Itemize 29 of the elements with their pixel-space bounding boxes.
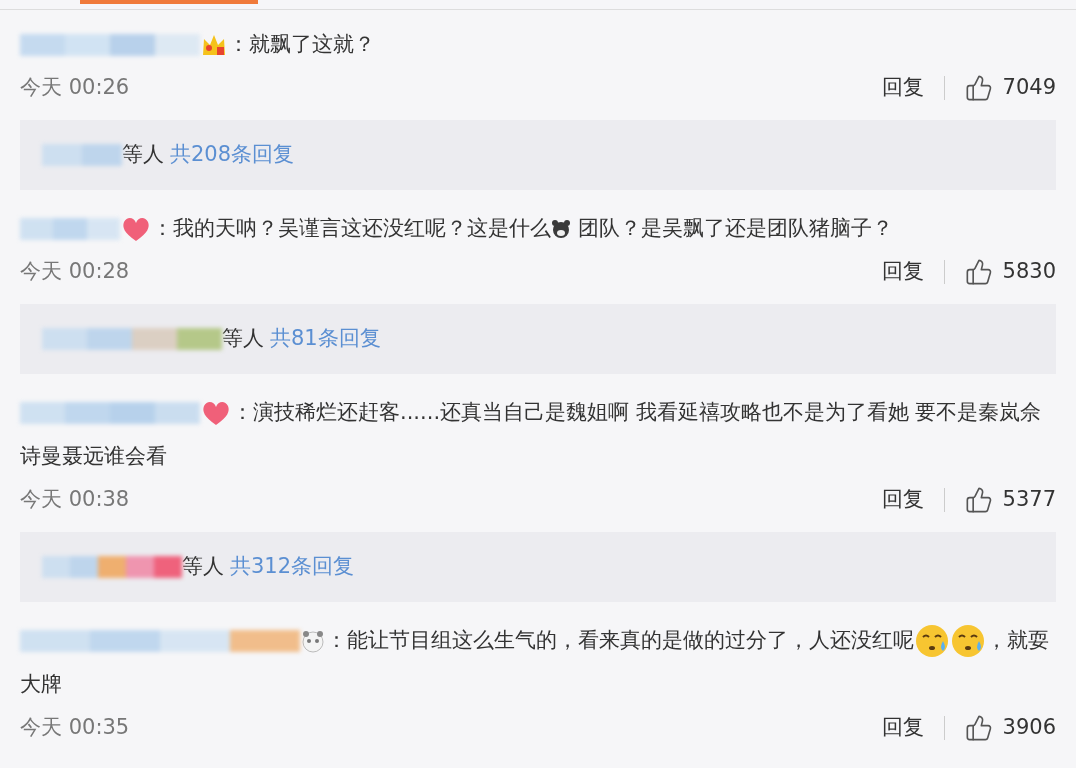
thumbs-up-icon [964, 74, 993, 102]
comment-time: 今天 00:35 [20, 714, 130, 742]
like-button[interactable]: 5830 [964, 256, 1056, 288]
reply-button[interactable]: 回复 [881, 712, 924, 744]
heart-icon [200, 399, 232, 427]
sweat-emoji-icon [950, 623, 986, 659]
comment-text: ：能让节目组这么生气的，看来真的是做的过分了，人还没红呢 ，就耍大牌 [20, 606, 1056, 706]
comment-time: 今天 00:38 [20, 486, 130, 514]
like-button[interactable]: 3906 [964, 712, 1056, 744]
comment-time: 今天 00:28 [20, 258, 130, 286]
like-button[interactable]: 5377 [964, 484, 1056, 516]
like-button[interactable]: 7049 [964, 72, 1056, 104]
reply-users-label: 等人 [182, 553, 224, 581]
bear-emoji-icon [551, 219, 571, 239]
heart-icon [120, 215, 152, 243]
thumbs-up-icon [964, 486, 993, 514]
thumbs-up-icon [964, 714, 993, 742]
reply-button[interactable]: 回复 [881, 72, 924, 104]
reply-button[interactable]: 回复 [881, 256, 924, 288]
reply-button[interactable]: 回复 [881, 484, 924, 516]
sweat-emoji-icon [914, 623, 950, 659]
comment-text: ：演技稀烂还赶客......还真当自己是魏姐啊 我看延禧攻略也不是为了看她 要不是秦岚佘诗曼聂远谁会看 [20, 398, 1043, 470]
comment-text: ：我的天呐？吴谨言这还没红呢？这是什么 团队？是吴飘了还是团队猪脑子？ [20, 194, 1056, 250]
reply-users-label: 等人 [122, 141, 164, 169]
comment-text: ：就飘了这就？ [20, 10, 1056, 66]
panda-icon [300, 628, 326, 654]
reply-users-label: 等人 [222, 325, 264, 353]
thumbs-up-icon [964, 258, 993, 286]
comment-time: 今天 00:26 [20, 74, 130, 102]
